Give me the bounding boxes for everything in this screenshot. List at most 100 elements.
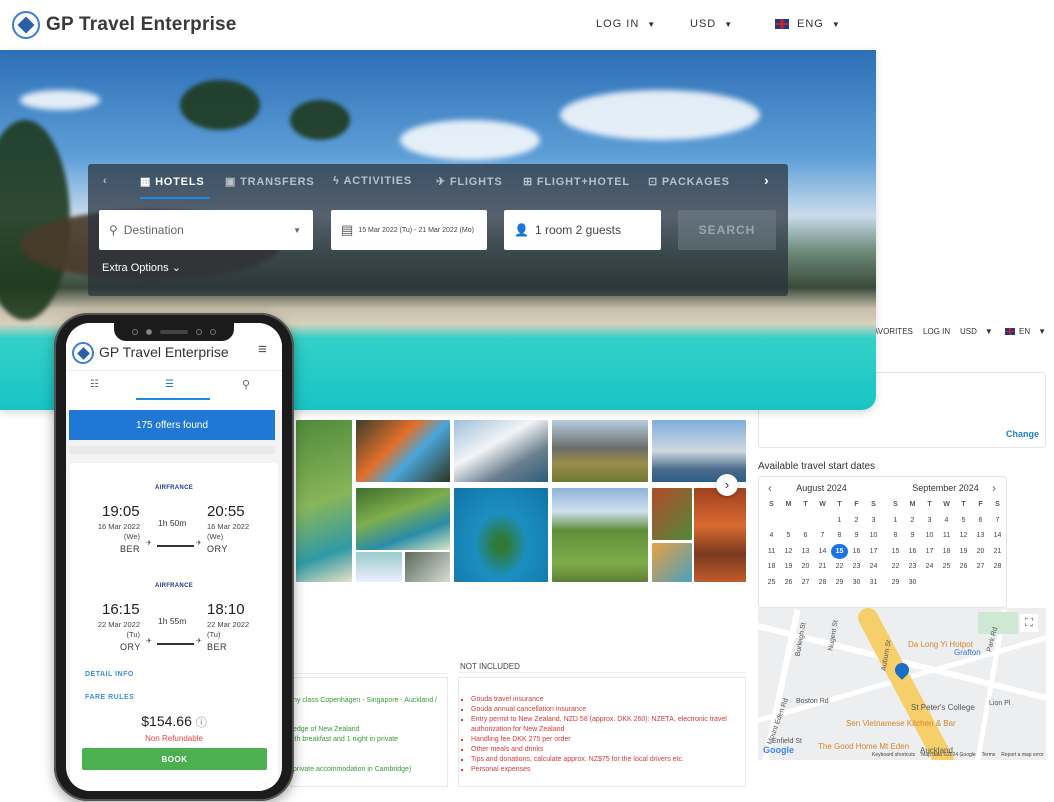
calendar-day[interactable]: 21 (989, 544, 1006, 560)
calendar-day[interactable]: 26 (955, 559, 972, 575)
calendar-day[interactable]: 14 (814, 544, 831, 560)
calendar-day[interactable]: 5 (780, 528, 797, 544)
login-menu[interactable]: LOG IN ▼ (596, 18, 656, 30)
gallery-photo[interactable] (296, 420, 352, 582)
calendar-day[interactable]: 19 (780, 559, 797, 575)
calendar-day[interactable]: 24 (865, 559, 882, 575)
filter-list-icon[interactable]: ☷ (90, 379, 99, 390)
tab-flight-hotel[interactable]: ⊞ FLIGHT+HOTEL (523, 175, 630, 188)
map-pin-icon[interactable]: ⚲ (242, 378, 250, 391)
date-range-input[interactable]: ▤ 15 Mar 2022 (Tu) - 21 Mar 2022 (Mo) (331, 210, 487, 250)
gallery-photo[interactable] (405, 552, 450, 582)
calendar-day[interactable]: 7 (989, 513, 1006, 529)
gallery-photo[interactable] (356, 552, 402, 582)
calendar-day[interactable]: 19 (955, 544, 972, 560)
hamburger-menu-icon[interactable]: ≡ (258, 341, 267, 358)
calendar-day[interactable]: 22 (831, 559, 848, 575)
terms-link[interactable]: Terms (982, 752, 996, 758)
tab-transfers[interactable]: ▣ TRANSFERS (225, 175, 315, 188)
calendar-day[interactable]: 25 (938, 559, 955, 575)
language-select[interactable]: ENG ▼ (775, 18, 841, 30)
extra-options-toggle[interactable]: Extra Options ⌄ (102, 261, 181, 274)
map[interactable]: Da Long Yi Hotpot Grafton St Peter's Col… (758, 608, 1046, 760)
calendar-day[interactable]: 15 (887, 544, 904, 560)
calendar-day[interactable]: 31 (865, 575, 882, 591)
calendar-day[interactable]: 8 (831, 528, 848, 544)
calendar-day[interactable]: 20 (797, 559, 814, 575)
tab-packages[interactable]: ⊡ PACKAGES (648, 175, 730, 188)
gallery-photo[interactable] (356, 488, 450, 550)
calendar-day[interactable]: 23 (904, 559, 921, 575)
change-link[interactable]: Change (1006, 429, 1039, 439)
mobile-brand-logo[interactable] (72, 342, 94, 364)
calendar-day[interactable]: 30 (848, 575, 865, 591)
calendar-day[interactable]: 12 (780, 544, 797, 560)
calendar-day[interactable]: 7 (814, 528, 831, 544)
gallery-photo[interactable] (652, 488, 692, 540)
tabs-next-icon[interactable]: › (764, 172, 769, 188)
tab-activities[interactable]: ϟ ACTIVITIES (333, 175, 412, 187)
calendar-day[interactable]: 28 (814, 575, 831, 591)
calendar-day[interactable]: 23 (848, 559, 865, 575)
calendar-day[interactable]: 12 (955, 528, 972, 544)
calendar-day[interactable]: 6 (797, 528, 814, 544)
calendar-day[interactable]: 15 (831, 543, 848, 559)
currency-select[interactable]: USD ▼ (690, 18, 733, 30)
book-button[interactable]: BOOK (82, 748, 267, 770)
gallery-photo[interactable] (552, 420, 648, 482)
gallery-photo[interactable] (694, 488, 746, 582)
calendar-day[interactable]: 3 (865, 513, 882, 529)
calendar-day[interactable]: 17 (865, 544, 882, 560)
favorites-link[interactable]: AVORITES (873, 327, 913, 336)
calendar-day[interactable]: 10 (921, 528, 938, 544)
calendar-day[interactable]: 22 (887, 559, 904, 575)
calendar-day[interactable]: 2 (904, 513, 921, 529)
calendar-day[interactable]: 29 (831, 575, 848, 591)
gallery-photo[interactable] (652, 543, 692, 582)
report-error-link[interactable]: Report a map error (1001, 752, 1043, 758)
calendar-day[interactable]: 14 (989, 528, 1006, 544)
calendar-day[interactable]: 3 (921, 513, 938, 529)
calendar-day[interactable]: 6 (972, 513, 989, 529)
list-view-icon[interactable]: ☰ (165, 379, 174, 390)
calendar-day[interactable]: 16 (848, 544, 865, 560)
calendar-day[interactable]: 18 (938, 544, 955, 560)
calendar-day[interactable]: 13 (797, 544, 814, 560)
calendar-day[interactable]: 30 (904, 575, 921, 591)
calendar-day[interactable]: 25 (763, 575, 780, 591)
brand-name[interactable]: GP Travel Enterprise (46, 14, 237, 36)
calendar-day[interactable]: 4 (763, 528, 780, 544)
calendar-day[interactable]: 4 (938, 513, 955, 529)
calendar-day[interactable]: 9 (904, 528, 921, 544)
calendar-day[interactable]: 28 (989, 559, 1006, 575)
gallery-photo[interactable] (552, 488, 648, 582)
calendar-day[interactable]: 2 (848, 513, 865, 529)
calendar-day[interactable]: 11 (763, 544, 780, 560)
guests-input[interactable]: 👤 1 room 2 guests (504, 210, 661, 250)
calendar-day[interactable]: 27 (972, 559, 989, 575)
calendar-day[interactable]: 8 (887, 528, 904, 544)
calendar-day[interactable]: 1 (887, 513, 904, 529)
detail-info-link[interactable]: DETAIL INFO (85, 671, 134, 678)
gallery-photo[interactable] (454, 420, 548, 482)
calendar-day[interactable]: 13 (972, 528, 989, 544)
tab-flights[interactable]: ✈ FLIGHTS (436, 175, 503, 188)
calendar-day[interactable]: 29 (887, 575, 904, 591)
tab-hotels[interactable]: ▦ HOTELS (140, 175, 204, 188)
calendar-day[interactable]: 18 (763, 559, 780, 575)
detail-language-select[interactable]: EN ▼ (1005, 327, 1046, 336)
gallery-photo[interactable] (652, 420, 746, 482)
tabs-prev-icon[interactable]: ‹ (103, 175, 107, 187)
calendar-day[interactable]: 27 (797, 575, 814, 591)
flight-offer-card[interactable]: DETAIL INFO FARE RULES $154.66 ⓘ Non Ref… (70, 463, 278, 791)
calendar-day[interactable]: 10 (865, 528, 882, 544)
calendar-day[interactable]: 17 (921, 544, 938, 560)
gallery-next-button[interactable]: › (716, 474, 738, 496)
calendar-day[interactable]: 9 (848, 528, 865, 544)
calendar-day[interactable]: 24 (921, 559, 938, 575)
detail-login-link[interactable]: LOG IN (923, 327, 950, 336)
keyboard-shortcuts-link[interactable]: Keyboard shortcuts (872, 752, 915, 758)
calendar-day[interactable]: 26 (780, 575, 797, 591)
search-button[interactable]: SEARCH (678, 210, 776, 250)
fullscreen-icon[interactable]: ⛶ (1020, 614, 1038, 632)
